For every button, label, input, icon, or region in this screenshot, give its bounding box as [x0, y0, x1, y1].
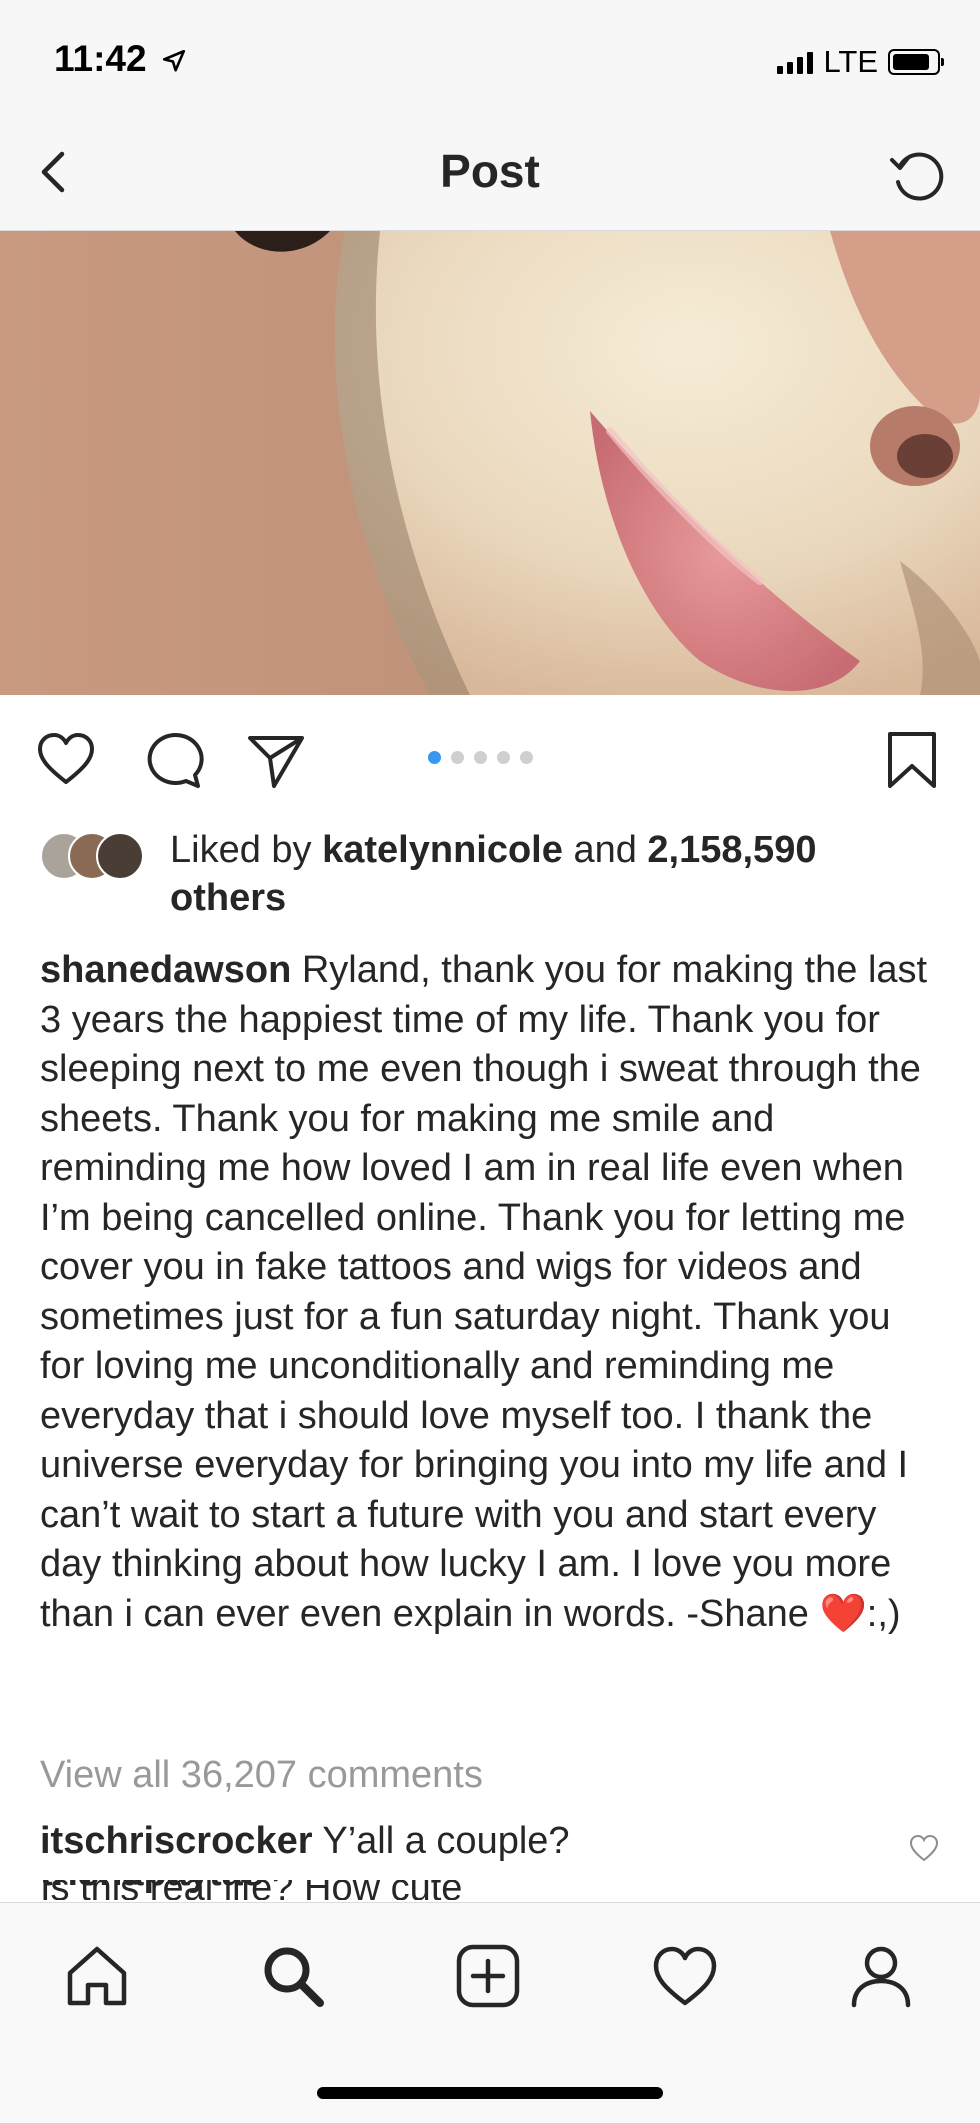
search-icon[interactable]: [258, 1941, 328, 2011]
refresh-icon[interactable]: [886, 142, 950, 206]
post-photo: [0, 231, 980, 695]
share-paper-plane-icon[interactable]: [244, 728, 308, 792]
status-time: 11:42: [54, 38, 187, 80]
comment-text: Is this real life? How cute: [40, 1880, 940, 1900]
signal-icon: [777, 50, 814, 74]
likes-others[interactable]: others: [170, 877, 286, 919]
liker-username[interactable]: katelynnicole: [322, 829, 563, 871]
carousel-dot: [474, 751, 487, 764]
tab-bar: [0, 1902, 980, 2123]
network-label: LTE: [823, 44, 878, 79]
page-title: Post: [440, 145, 540, 197]
action-bar: [0, 700, 980, 810]
caption-username[interactable]: shanedawson: [40, 949, 291, 991]
comment-bubble-icon[interactable]: [140, 728, 204, 792]
home-icon[interactable]: [62, 1941, 132, 2011]
comment-username[interactable]: itschriscrocker: [40, 1820, 313, 1862]
comment-item: trishapaytas Is this real life? How cute: [40, 1880, 940, 1900]
caption-ending: :,): [866, 1592, 901, 1635]
carousel-dot: [451, 751, 464, 764]
battery-icon: [888, 49, 944, 75]
status-bar: 11:42 LTE: [0, 0, 980, 120]
profile-icon[interactable]: [846, 1941, 916, 2011]
likes-summary[interactable]: Liked by katelynnicole and 2,158,590 oth…: [40, 826, 940, 922]
carousel-indicator: [428, 751, 533, 764]
carousel-dot: [497, 751, 510, 764]
caption-text: Ryland, thank you for making the last 3 …: [40, 949, 928, 1635]
bookmark-icon[interactable]: [880, 728, 944, 792]
likes-count[interactable]: 2,158,590: [647, 829, 816, 871]
likes-text: Liked by katelynnicole and 2,158,590 oth…: [170, 829, 817, 919]
post-image[interactable]: [0, 231, 980, 695]
like-heart-icon[interactable]: [34, 728, 98, 792]
comment-item: itschriscrocker Y’all a couple?: [40, 1820, 570, 1863]
view-all-comments-link[interactable]: View all 36,207 comments: [40, 1754, 483, 1797]
carousel-dot: [428, 751, 441, 764]
activity-icon[interactable]: [650, 1941, 720, 2011]
heart-emoji-icon: ❤️: [819, 1592, 867, 1635]
comment-like-heart-icon[interactable]: [908, 1833, 940, 1865]
post-caption: shanedawson Ryland, thank you for making…: [40, 946, 945, 1639]
nav-bar: Post: [0, 120, 980, 231]
comment-text: Y’all a couple?: [322, 1820, 570, 1862]
location-arrow-icon: [162, 50, 185, 72]
carousel-dot: [520, 751, 533, 764]
new-post-icon[interactable]: [453, 1941, 523, 2011]
liker-avatars: [40, 832, 160, 880]
home-indicator[interactable]: [317, 2087, 663, 2099]
avatar: [96, 832, 144, 880]
